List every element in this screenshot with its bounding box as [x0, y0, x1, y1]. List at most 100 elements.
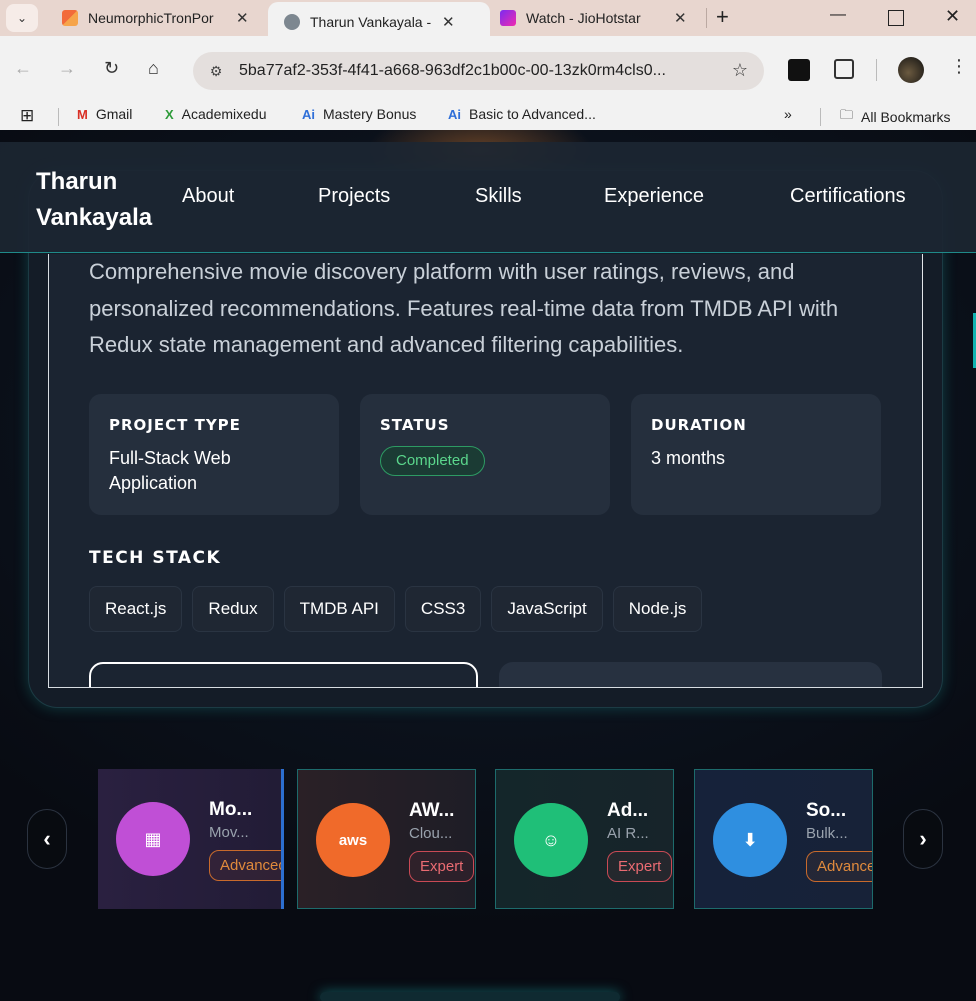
tech-chip: Node.js	[612, 586, 703, 632]
browser-toolbar: ← → ↻ ⌂ ⚙ 5ba77af2-353f-4f41-a668-963df2…	[0, 36, 976, 104]
film-icon: ▦	[116, 802, 190, 876]
close-tab-icon[interactable]: ✕	[236, 9, 249, 27]
address-bar[interactable]: ⚙ 5ba77af2-353f-4f41-a668-963df2c1b00c-0…	[193, 52, 764, 90]
bookmark-star-icon[interactable]: ☆	[732, 60, 748, 81]
live-demo-button[interactable]	[499, 662, 882, 687]
skill-card-ai[interactable]: ☺ Ad... AI R... Expert	[495, 769, 674, 909]
folder-icon: 🗀	[840, 107, 854, 122]
ai-icon: Ai	[448, 106, 461, 122]
gmail-icon: M	[77, 106, 88, 122]
maximize-icon[interactable]	[888, 10, 904, 26]
site-header: Tharun Vankayala About Projects Skills E…	[0, 142, 976, 253]
project-description: Comprehensive movie discovery platform w…	[89, 259, 839, 357]
skill-card-software[interactable]: ⬇ So... Bulk... Advanced	[694, 769, 873, 909]
tab-neumorphic[interactable]: NeumorphicTronPor ✕	[46, 0, 268, 36]
bookmark-label: Academixedu	[181, 106, 267, 122]
bookmark-academixedu[interactable]: X Academixedu	[165, 106, 267, 122]
skill-name: So...	[806, 800, 847, 821]
minimize-icon[interactable]: —	[830, 6, 846, 24]
apps-grid-icon[interactable]: ⊞	[20, 106, 34, 126]
close-tab-icon[interactable]: ✕	[674, 9, 687, 27]
bookmark-label: All Bookmarks	[861, 109, 951, 125]
extension-icon[interactable]	[788, 59, 810, 81]
hotstar-favicon-icon	[500, 10, 516, 26]
more-bookmarks-icon[interactable]: »	[784, 106, 792, 122]
more-menu-icon[interactable]: ⋮	[950, 56, 968, 77]
carousel-prev-button[interactable]: ‹	[27, 809, 67, 869]
bookmarks-bar: ⊞ M Gmail X Academixedu Ai Mastery Bonus Ai…	[0, 104, 976, 130]
robot-icon: ☺	[514, 803, 588, 877]
tech-chip: Redux	[192, 586, 274, 632]
close-window-icon[interactable]: ✕	[945, 6, 960, 27]
skill-card-movie[interactable]: ▦ Mo... Mov... Advanced	[98, 769, 284, 909]
close-tab-icon[interactable]: ✕	[442, 13, 455, 31]
skill-subtitle: Bulk...	[806, 825, 848, 842]
meta-label: STATUS	[380, 416, 450, 434]
url-text[interactable]: 5ba77af2-353f-4f41-a668-963df2c1b00c-00-…	[239, 62, 709, 80]
bookmark-label: Basic to Advanced...	[469, 106, 596, 122]
nav-certifications[interactable]: Certifications	[790, 185, 906, 208]
meta-project-type: PROJECT TYPE Full-Stack Web Application	[89, 394, 339, 515]
skill-level-badge: Advanced	[806, 851, 872, 882]
tech-chip: TMDB API	[283, 586, 395, 632]
globe-icon	[284, 14, 300, 30]
bookmark-basic-to-advanced[interactable]: Ai Basic to Advanced...	[448, 106, 596, 122]
reload-icon[interactable]: ↻	[104, 58, 119, 79]
tech-stack-title: TECH STACK	[89, 548, 222, 568]
tab-divider	[706, 8, 707, 28]
skill-name: AW...	[409, 800, 455, 821]
meta-value: 3 months	[651, 448, 726, 468]
page-viewport: Comprehensive movie discovery platform w…	[0, 130, 976, 1001]
bookmark-gmail[interactable]: M Gmail	[77, 106, 132, 122]
tab-jiohotstar[interactable]: Watch - JioHotstar ✕	[484, 0, 706, 36]
bookmark-divider	[820, 108, 821, 126]
site-brand[interactable]: Tharun Vankayala	[36, 164, 176, 236]
bookmark-all-bookmarks[interactable]: 🗀 All Bookmarks	[840, 106, 950, 128]
back-icon[interactable]: ←	[14, 58, 32, 79]
nav-experience[interactable]: Experience	[604, 185, 704, 208]
grid-favicon-icon	[62, 10, 78, 26]
skill-card-aws[interactable]: aws AW... Clou... Expert	[297, 769, 476, 909]
avatar[interactable]	[898, 57, 924, 83]
tech-stack-list: React.js Redux TMDB API CSS3 JavaScript …	[89, 586, 703, 632]
bookmark-label: Gmail	[95, 106, 133, 122]
skill-subtitle: AI R...	[607, 825, 649, 842]
skill-name: Ad...	[607, 800, 649, 821]
meta-label: DURATION	[651, 416, 747, 434]
bookmark-label: Mastery Bonus	[323, 106, 417, 122]
academix-icon: X	[165, 106, 174, 122]
tech-chip: JavaScript	[491, 586, 603, 632]
tab-title: NeumorphicTronPor	[88, 10, 214, 26]
tab-title: Tharun Vankayala -	[310, 14, 432, 30]
new-tab-button[interactable]: +	[716, 4, 729, 30]
tab-search-button[interactable]: ⌄	[6, 4, 38, 32]
carousel-next-button[interactable]: ›	[903, 809, 943, 869]
meta-duration: DURATION 3 months	[631, 394, 881, 515]
meta-status: STATUS Completed	[360, 394, 610, 515]
skill-subtitle: Clou...	[409, 825, 453, 842]
nav-projects[interactable]: Projects	[318, 185, 390, 208]
meta-label: PROJECT TYPE	[109, 416, 241, 434]
project-details: Comprehensive movie discovery platform w…	[48, 254, 923, 688]
tech-chip: React.js	[89, 586, 183, 632]
bookmark-divider	[58, 108, 59, 126]
nav-skills[interactable]: Skills	[475, 185, 522, 208]
puzzle-icon[interactable]	[834, 59, 854, 79]
tab-strip: ⌄ NeumorphicTronPor ✕ Tharun Vankayala -…	[0, 0, 976, 42]
toolbar-divider	[876, 59, 877, 81]
home-icon[interactable]: ⌂	[148, 58, 159, 79]
next-section-edge	[320, 992, 620, 1001]
skill-name: Mo...	[209, 799, 253, 820]
view-code-button[interactable]	[89, 662, 478, 687]
skill-subtitle: Mov...	[209, 824, 249, 841]
skill-level-badge: Expert	[409, 851, 475, 882]
site-settings-icon[interactable]: ⚙	[205, 60, 227, 82]
forward-icon[interactable]: →	[58, 58, 76, 79]
bookmark-mastery-bonus[interactable]: Ai Mastery Bonus	[302, 106, 416, 122]
nav-about[interactable]: About	[182, 185, 234, 208]
ai-icon: Ai	[302, 106, 315, 122]
status-badge: Completed	[380, 446, 485, 476]
aws-icon: aws	[316, 803, 390, 877]
skill-level-badge: Advanced	[209, 850, 281, 881]
skill-level-badge: Expert	[607, 851, 673, 882]
